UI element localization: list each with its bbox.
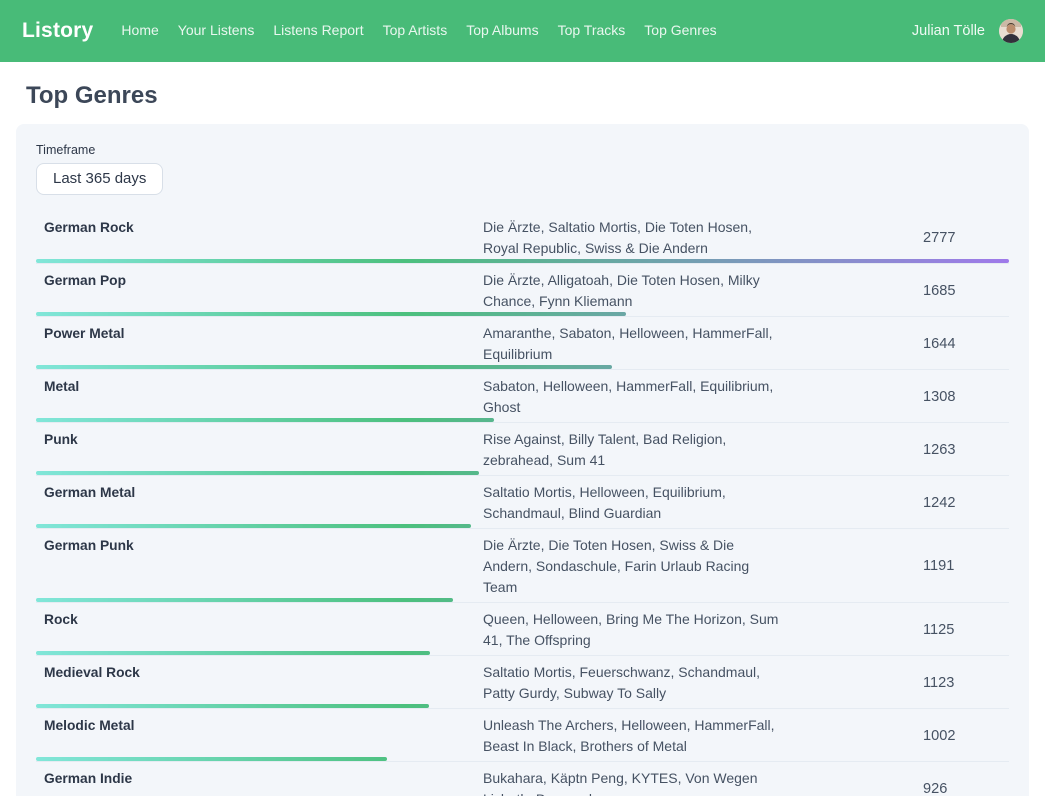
- timeframe-label: Timeframe: [36, 143, 1009, 157]
- genre-count: 1685: [779, 270, 1009, 312]
- genre-progress-bar: [36, 365, 612, 369]
- genre-name: German Punk: [36, 535, 483, 598]
- genre-row: Metal Sabaton, Helloween, HammerFall, Eq…: [36, 370, 1009, 423]
- genre-name: German Rock: [36, 217, 483, 259]
- genre-name: German Metal: [36, 482, 483, 524]
- genre-artists: Saltatio Mortis, Helloween, Equilibrium,…: [483, 482, 779, 524]
- genre-progress-bar: [36, 312, 626, 316]
- nav-link-top-albums[interactable]: Top Albums: [466, 22, 538, 38]
- page-title: Top Genres: [26, 82, 1045, 110]
- genre-name: Punk: [36, 429, 483, 471]
- genre-name: Metal: [36, 376, 483, 418]
- genre-row: German Punk Die Ärzte, Die Toten Hosen, …: [36, 529, 1009, 603]
- genre-name: German Pop: [36, 270, 483, 312]
- genre-count: 1263: [779, 429, 1009, 471]
- nav-link-home[interactable]: Home: [121, 22, 158, 38]
- genre-artists: Die Ärzte, Saltatio Mortis, Die Toten Ho…: [483, 217, 779, 259]
- top-navbar: Listory Home Your Listens Listens Report…: [0, 0, 1045, 62]
- genre-artists: Saltatio Mortis, Feuerschwanz, Schandmau…: [483, 662, 779, 704]
- genre-progress-bar: [36, 598, 453, 602]
- genre-progress-bar: [36, 259, 1009, 263]
- genre-count: 1644: [779, 323, 1009, 365]
- nav-link-top-tracks[interactable]: Top Tracks: [558, 22, 626, 38]
- genre-artists: Die Ärzte, Die Toten Hosen, Swiss & Die …: [483, 535, 779, 598]
- genre-row: German Indie Bukahara, Käptn Peng, KYTES…: [36, 762, 1009, 796]
- genre-row: Power Metal Amaranthe, Sabaton, Hellowee…: [36, 317, 1009, 370]
- nav-links: Home Your Listens Listens Report Top Art…: [121, 22, 716, 40]
- nav-link-top-artists[interactable]: Top Artists: [383, 22, 448, 38]
- genre-artists: Unleash The Archers, Helloween, HammerFa…: [483, 715, 779, 757]
- genre-artists: Amaranthe, Sabaton, Helloween, HammerFal…: [483, 323, 779, 365]
- genre-progress-bar: [36, 418, 494, 422]
- genre-name: German Indie: [36, 768, 483, 796]
- genre-name: Medieval Rock: [36, 662, 483, 704]
- genre-progress-bar: [36, 524, 471, 528]
- genre-row: German Metal Saltatio Mortis, Helloween,…: [36, 476, 1009, 529]
- genre-count: 1191: [779, 535, 1009, 598]
- genre-progress-bar: [36, 471, 479, 475]
- genres-table: German Rock Die Ärzte, Saltatio Mortis, …: [36, 211, 1009, 796]
- top-genres-card: Timeframe Last 365 days German Rock Die …: [16, 124, 1029, 796]
- genre-row: German Rock Die Ärzte, Saltatio Mortis, …: [36, 211, 1009, 264]
- main-content: Top Genres Timeframe Last 365 days Germa…: [0, 62, 1045, 796]
- genre-artists: Queen, Helloween, Bring Me The Horizon, …: [483, 609, 779, 651]
- genre-artists: Die Ärzte, Alligatoah, Die Toten Hosen, …: [483, 270, 779, 312]
- genre-count: 1125: [779, 609, 1009, 651]
- genre-artists: Rise Against, Billy Talent, Bad Religion…: [483, 429, 779, 471]
- nav-link-listens-report[interactable]: Listens Report: [273, 22, 363, 38]
- nav-link-your-listens[interactable]: Your Listens: [178, 22, 255, 38]
- genre-progress-bar: [36, 651, 430, 655]
- timeframe-select-button[interactable]: Last 365 days: [36, 163, 163, 195]
- avatar-photo-icon: [999, 19, 1023, 43]
- genre-count: 2777: [779, 217, 1009, 259]
- user-avatar[interactable]: [999, 19, 1023, 43]
- genre-count: 1308: [779, 376, 1009, 418]
- genre-artists: Sabaton, Helloween, HammerFall, Equilibr…: [483, 376, 779, 418]
- genre-progress-bar: [36, 757, 387, 761]
- genre-row: Melodic Metal Unleash The Archers, Hello…: [36, 709, 1009, 762]
- genre-name: Power Metal: [36, 323, 483, 365]
- user-name: Julian Tölle: [912, 23, 985, 39]
- genre-name: Melodic Metal: [36, 715, 483, 757]
- genre-count: 1002: [779, 715, 1009, 757]
- genre-artists: Bukahara, Käptn Peng, KYTES, Von Wegen L…: [483, 768, 779, 796]
- genre-row: Rock Queen, Helloween, Bring Me The Hori…: [36, 603, 1009, 656]
- user-menu[interactable]: Julian Tölle: [912, 19, 1023, 43]
- genre-row: German Pop Die Ärzte, Alligatoah, Die To…: [36, 264, 1009, 317]
- genre-count: 1242: [779, 482, 1009, 524]
- genre-progress-bar: [36, 704, 429, 708]
- genre-row: Medieval Rock Saltatio Mortis, Feuerschw…: [36, 656, 1009, 709]
- app-logo[interactable]: Listory: [22, 19, 93, 43]
- genre-count: 1123: [779, 662, 1009, 704]
- nav-link-top-genres[interactable]: Top Genres: [644, 22, 716, 38]
- genre-row: Punk Rise Against, Billy Talent, Bad Rel…: [36, 423, 1009, 476]
- genre-name: Rock: [36, 609, 483, 651]
- genre-count: 926: [779, 768, 1009, 796]
